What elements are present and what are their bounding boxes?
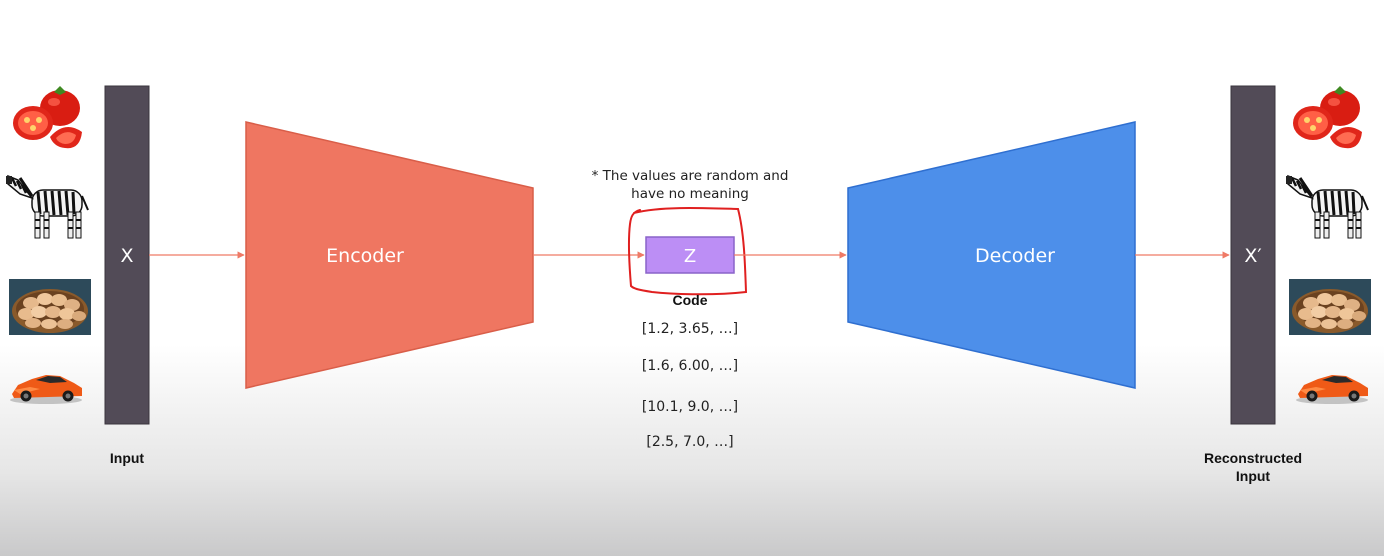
eggs-image: [9, 279, 91, 335]
tomato-image: [13, 86, 82, 148]
zebra-image-reconstructed: [1284, 174, 1370, 240]
note-line-1: * The values are random and: [592, 168, 789, 184]
car-image-reconstructed: [1296, 375, 1368, 404]
code-value-1: [1.2, 3.65, …]: [642, 321, 738, 337]
output-caption-line-1: Reconstructed: [1204, 450, 1302, 466]
car-image: [10, 375, 82, 404]
note-line-2: have no meaning: [631, 186, 749, 202]
input-images: [4, 86, 91, 404]
output-images: [1284, 86, 1371, 404]
zebra-image: [4, 174, 90, 240]
tomato-image-reconstructed: [1293, 86, 1362, 148]
output-caption-line-2: Input: [1236, 468, 1271, 484]
encoder-label: Encoder: [326, 245, 404, 267]
input-caption: Input: [110, 450, 145, 466]
output-bar-label: X′: [1244, 245, 1261, 267]
code-value-2: [1.6, 6.00, …]: [642, 358, 738, 374]
decoder-label: Decoder: [975, 245, 1055, 267]
autoencoder-diagram: X Encoder * The values are random and ha…: [4, 85, 1371, 484]
code-value-3: [10.1, 9.0, …]: [642, 399, 738, 415]
eggs-image-reconstructed: [1289, 279, 1371, 335]
code-caption: Code: [673, 292, 708, 308]
code-value-4: [2.5, 7.0, …]: [646, 434, 733, 450]
code-box-label: Z: [684, 246, 696, 267]
input-bar-label: X: [120, 245, 133, 267]
